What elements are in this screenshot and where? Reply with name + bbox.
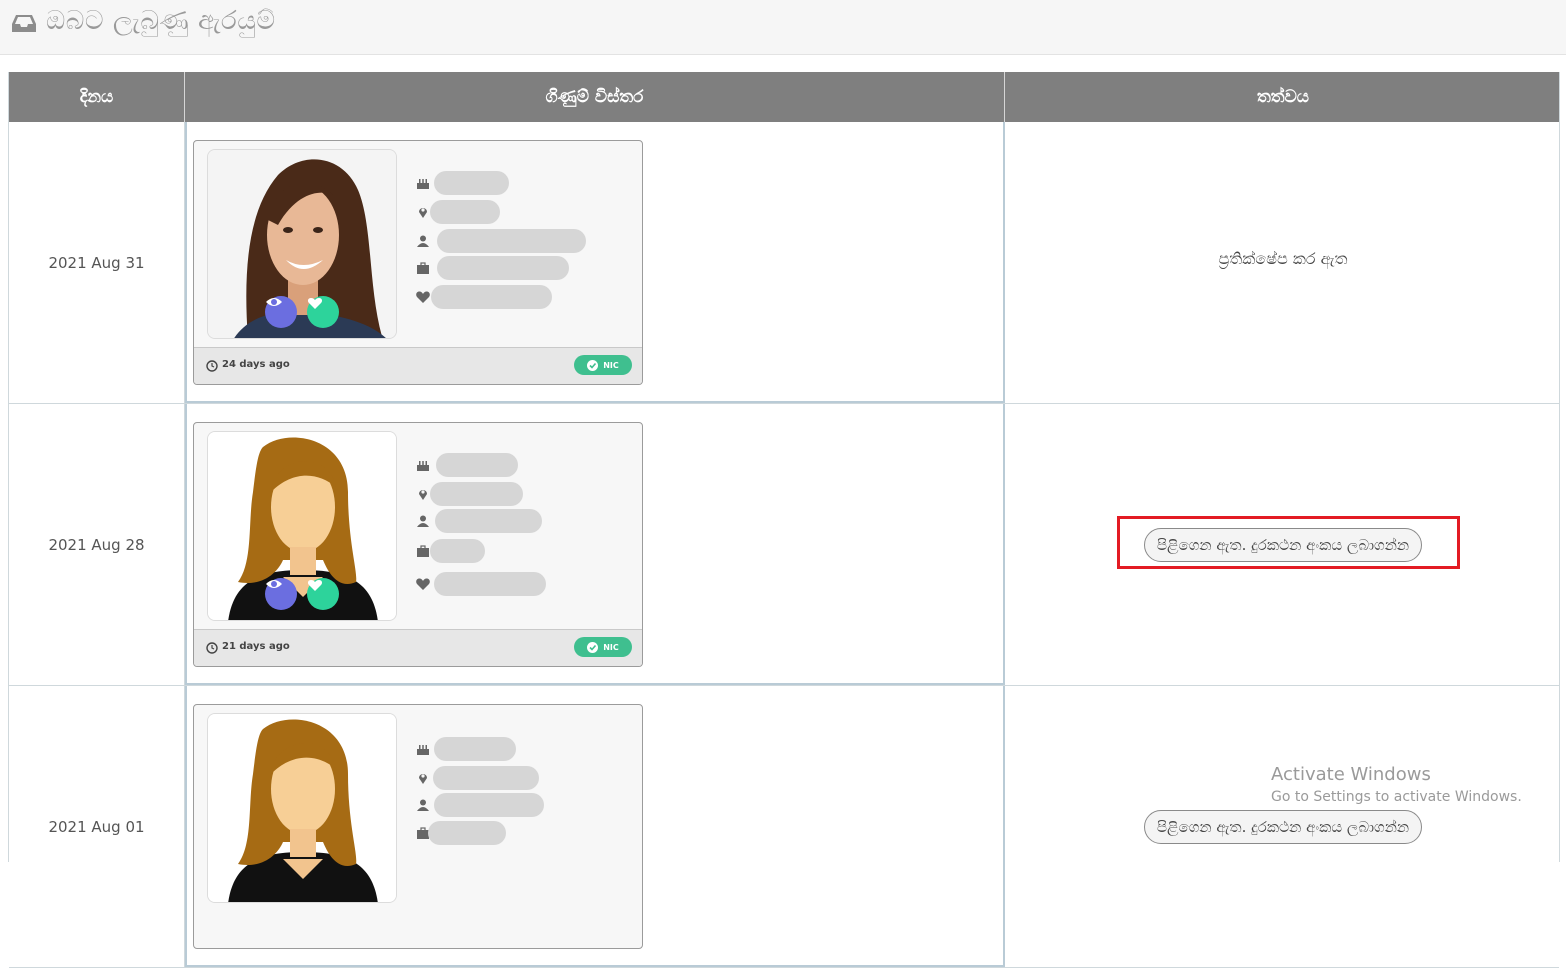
card-footer: 21 days ago NIC [194,629,642,666]
status-cell: පිළිගෙන ඇත. දුරකථන අංකය ලබාගන්න [1005,686,1561,967]
age-placeholder [436,453,518,477]
location-placeholder [433,766,539,790]
info-row-location [416,200,626,224]
info-row-age [416,737,626,761]
birthday-cake-icon [417,179,429,189]
get-phone-number-button[interactable]: පිළිගෙන ඇත. දුරකථන අංකය ලබාගන්න [1143,809,1423,844]
birthday-cake-icon [417,461,429,471]
column-header-account-details: ගිණුම් විස්තර [185,72,1005,122]
card-footer: 24 days ago NIC [194,347,642,384]
profile-photo[interactable] [207,149,397,339]
female-avatar [208,714,396,902]
profile-card[interactable] [193,704,643,949]
hearts-icon [307,298,323,309]
date-cell: 2021 Aug 01 [9,686,185,967]
clock-icon [206,360,218,372]
location-placeholder [430,200,500,224]
woman-photo [208,150,396,338]
page-title: ඔබට ලැබුණු ඇරයුම් [46,6,276,36]
briefcase-icon [417,262,429,274]
birthday-cake-icon [417,745,429,755]
info-row-name [416,229,626,253]
status-placeholder [434,572,546,596]
clock-icon [206,642,218,654]
info-row-age [416,171,626,195]
table-row: 2021 Aug 28 21 days ago NIC පිළිගෙන ඇත. … [9,404,1559,686]
inbox-icon [12,15,36,32]
view-profile-button[interactable] [265,296,297,328]
user-icon [417,235,429,247]
requests-table: දිනය ගිණුම් විස්තර තත්වය 2021 Aug 31 24 … [8,72,1560,968]
column-header-status: තත්වය [1256,87,1310,107]
time-ago: 21 days ago [222,641,290,652]
send-interest-button[interactable] [307,296,339,328]
watermark-subtitle: Go to Settings to activate Windows. [1271,789,1522,805]
user-icon [417,515,429,527]
map-marker-icon [419,774,427,784]
nic-verified-badge: NIC [574,637,632,657]
badge-label: NIC [603,360,619,370]
view-profile-button[interactable] [265,578,297,610]
info-row-age [416,453,626,477]
map-marker-icon [419,490,427,500]
info-row-name [416,793,626,817]
briefcase-icon [417,545,429,557]
job-placeholder [437,256,569,280]
age-placeholder [434,171,509,195]
profile-photo[interactable] [207,431,397,621]
page-header: ඔබට ලැබුණු ඇරයුම් [0,0,1566,55]
name-placeholder [434,793,544,817]
heart-icon [416,291,430,303]
info-row-job [416,256,626,280]
info-row-name [416,509,626,533]
check-circle-icon [587,359,599,371]
badge-label: NIC [603,642,619,652]
info-row-status [416,285,626,309]
user-icon [417,799,429,811]
age-placeholder [434,737,516,761]
highlight-box [1117,516,1460,569]
windows-activation-watermark: Activate Windows Go to Settings to activ… [1271,764,1522,805]
female-avatar [208,432,396,620]
info-row-location [416,766,626,790]
eye-icon [266,580,282,588]
date-cell: 2021 Aug 28 [9,404,185,685]
time-ago: 24 days ago [222,359,290,370]
nic-verified-badge: NIC [574,355,632,375]
name-placeholder [437,229,586,253]
info-row-location [416,482,626,506]
profile-info [416,735,626,875]
hearts-icon [307,580,323,591]
info-row-job [416,539,626,563]
status-text: ප්‍රතික්ෂේප කර ඇත [1218,248,1348,268]
name-placeholder [435,509,542,533]
map-marker-icon [419,208,427,218]
column-header-date: දිනය [9,72,185,122]
profile-card[interactable]: 21 days ago NIC [193,422,643,667]
status-cell: ප්‍රතික්ෂේප කර ඇත [1005,122,1561,403]
profile-photo[interactable] [207,713,397,903]
watermark-title: Activate Windows [1271,764,1431,785]
table-row: 2021 Aug 01 පිළිගෙන ඇත. දුරකථන අංකය ලබාග… [9,686,1559,968]
profile-info [416,453,626,596]
eye-icon [266,298,282,306]
job-placeholder [430,539,485,563]
table-header: දිනය ගිණුම් විස්තර තත්වය [9,72,1559,122]
info-row-job [416,821,626,845]
check-circle-icon [587,641,599,653]
profile-info [416,171,626,311]
location-placeholder [430,482,523,506]
profile-card[interactable]: 24 days ago NIC [193,140,643,385]
info-row-status [416,572,626,596]
table-row: 2021 Aug 31 [9,122,1559,404]
job-placeholder [428,821,506,845]
heart-icon [416,578,430,590]
status-placeholder [431,285,552,309]
date-cell: 2021 Aug 31 [9,122,185,403]
send-interest-button[interactable] [307,578,339,610]
